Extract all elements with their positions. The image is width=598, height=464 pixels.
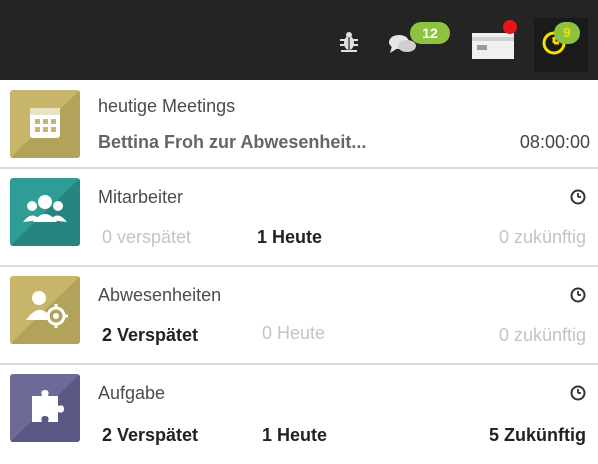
late-count[interactable]: 0 verspätet — [102, 227, 191, 248]
today-count[interactable]: 1 Heute — [262, 425, 327, 446]
clock-icon[interactable] — [570, 385, 586, 401]
late-count[interactable]: 2 Verspätet — [102, 325, 198, 346]
today-count[interactable]: 1 Heute — [257, 227, 322, 248]
chat-count-badge: 12 — [410, 22, 450, 44]
person-gear-icon — [10, 276, 80, 344]
future-count[interactable]: 0 zukünftig — [450, 227, 586, 248]
notification-dot — [503, 20, 517, 34]
calendar-icon — [10, 90, 80, 158]
meeting-time: 08:00:00 — [519, 132, 590, 152]
people-icon — [10, 178, 80, 246]
activity-row-absences[interactable]: Abwesenheiten 2 Verspätet 0 Heute 0 zukü… — [0, 267, 598, 363]
late-count[interactable]: 2 Verspätet — [102, 425, 198, 446]
today-count[interactable]: 0 Heute — [262, 323, 325, 344]
activity-row-tasks[interactable]: Aufgabe 2 Verspätet 1 Heute 5 Zukünftig — [0, 365, 598, 464]
activity-row-employees[interactable]: Mitarbeiter 0 verspätet 1 Heute 0 zukünf… — [0, 169, 598, 265]
activity-row-meetings[interactable]: heutige Meetings Bettina Froh zur Abwese… — [0, 80, 598, 168]
activity-title: heutige Meetings — [98, 96, 236, 116]
card-icon[interactable] — [472, 33, 514, 59]
clock-icon[interactable] — [570, 287, 586, 303]
meeting-subject[interactable]: Bettina Froh zur Abwesenheit... — [98, 132, 366, 153]
activity-title: Aufgabe — [98, 383, 166, 403]
clock-icon[interactable] — [570, 189, 586, 205]
future-count[interactable]: 5 Zukünftig — [450, 425, 586, 446]
future-count[interactable]: 0 zukünftig — [450, 325, 586, 346]
activity-title: Abwesenheiten — [98, 285, 222, 305]
bug-icon[interactable] — [338, 30, 360, 52]
activity-count-badge: 9 — [554, 22, 580, 44]
activity-title: Mitarbeiter — [98, 187, 184, 207]
puzzle-icon — [10, 374, 80, 442]
top-navbar: 12 9 — [0, 0, 598, 80]
